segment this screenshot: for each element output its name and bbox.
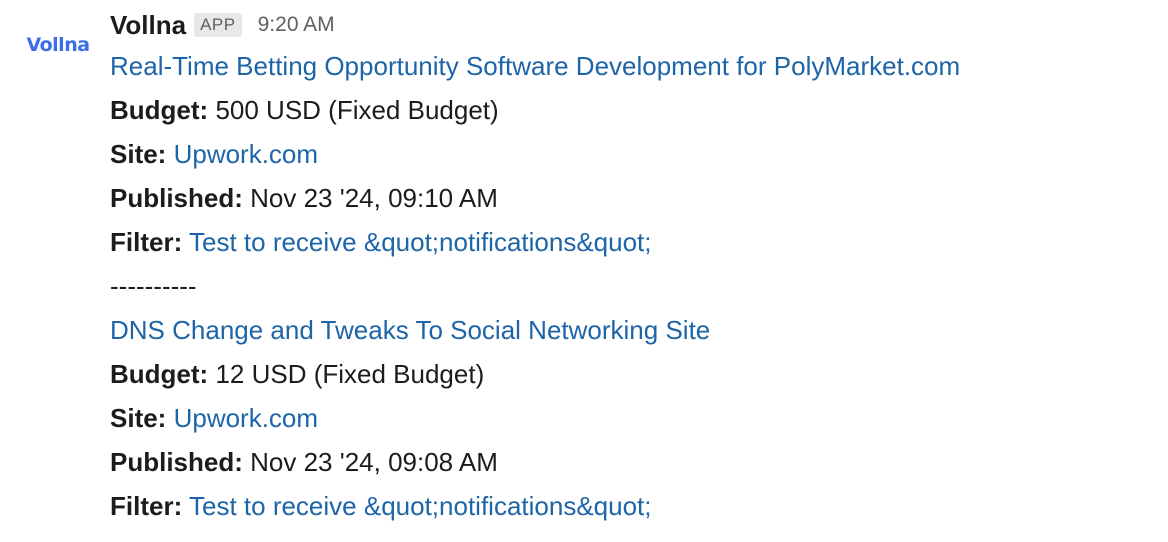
chat-message: Vollna Vollna APP 9:20 AM Real-Time Bett… xyxy=(0,0,1168,542)
budget-label: Budget: xyxy=(110,95,209,125)
site-label: Site: xyxy=(110,139,167,169)
budget-value: 500 USD (Fixed Budget) xyxy=(215,95,499,125)
site-line: Site: Upwork.com xyxy=(110,396,1150,440)
job-title-link[interactable]: DNS Change and Tweaks To Social Networki… xyxy=(110,315,710,345)
site-link[interactable]: Upwork.com xyxy=(174,139,318,169)
published-line: Published: Nov 23 '24, 09:10 AM xyxy=(110,176,1150,220)
job-title-link[interactable]: Real-Time Betting Opportunity Software D… xyxy=(110,51,960,81)
budget-line: Budget: 500 USD (Fixed Budget) xyxy=(110,88,1150,132)
budget-line: Budget: 12 USD (Fixed Budget) xyxy=(110,352,1150,396)
published-label: Published: xyxy=(110,447,243,477)
site-label: Site: xyxy=(110,403,167,433)
app-badge: APP xyxy=(194,13,242,37)
avatar-logo-text: Vollna xyxy=(26,34,90,56)
message-timestamp[interactable]: 9:20 AM xyxy=(258,13,335,37)
sender-name[interactable]: Vollna xyxy=(110,10,186,41)
filter-label: Filter: xyxy=(110,227,183,257)
site-line: Site: Upwork.com xyxy=(110,132,1150,176)
filter-label: Filter: xyxy=(110,491,183,521)
published-label: Published: xyxy=(110,183,243,213)
divider: ---------- xyxy=(110,271,197,301)
job-title-line: Real-Time Betting Opportunity Software D… xyxy=(110,44,1150,88)
published-value: Nov 23 '24, 09:10 AM xyxy=(250,183,498,213)
filter-line: Filter: Test to receive &quot;notificati… xyxy=(110,220,1150,264)
published-line: Published: Nov 23 '24, 09:08 AM xyxy=(110,440,1150,484)
budget-value: 12 USD (Fixed Budget) xyxy=(215,359,485,389)
job-title-line: DNS Change and Tweaks To Social Networki… xyxy=(110,308,1150,352)
message-header: Vollna APP 9:20 AM xyxy=(110,6,1150,44)
site-link[interactable]: Upwork.com xyxy=(174,403,318,433)
filter-line: Filter: Test to receive &quot;notificati… xyxy=(110,484,1150,528)
filter-link[interactable]: Test to receive &quot;notifications&quot… xyxy=(189,227,652,257)
filter-link[interactable]: Test to receive &quot;notifications&quot… xyxy=(189,491,652,521)
budget-label: Budget: xyxy=(110,359,209,389)
avatar[interactable]: Vollna xyxy=(18,14,98,76)
published-value: Nov 23 '24, 09:08 AM xyxy=(250,447,498,477)
message-content: Vollna APP 9:20 AM Real-Time Betting Opp… xyxy=(110,6,1150,528)
